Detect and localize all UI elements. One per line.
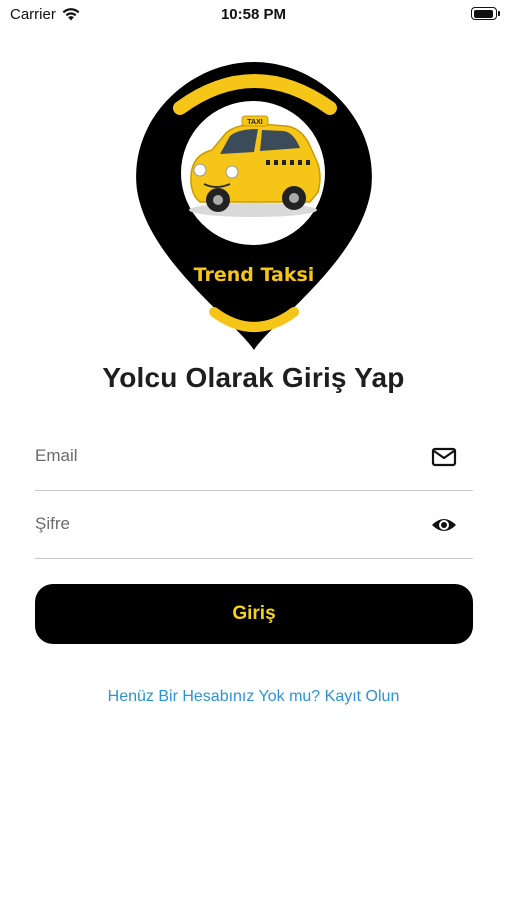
eye-icon[interactable] (431, 514, 457, 536)
email-placeholder: Email (35, 446, 78, 465)
page-title: Yolcu Olarak Giriş Yap (102, 362, 405, 393)
login-button[interactable]: Giriş (35, 584, 473, 644)
password-field[interactable]: Şifre (35, 502, 473, 559)
svg-text:TAXI: TAXI (247, 119, 262, 126)
status-bar: Carrier 10:58 PM (0, 0, 507, 28)
register-link[interactable]: Henüz Bir Hesabınız Yok mu? Kayıt Olun (0, 688, 507, 706)
mail-icon (431, 447, 457, 467)
status-time: 10:58 PM (220, 6, 287, 23)
password-placeholder: Şifre (35, 514, 70, 533)
trend-taksi-logo: TAXI Trend Taksi (136, 62, 372, 350)
brand-text: Trend Taksi (194, 264, 315, 286)
battery-icon (471, 7, 500, 20)
email-field[interactable]: Email (35, 434, 473, 491)
login-button-label: Giriş (232, 603, 276, 624)
